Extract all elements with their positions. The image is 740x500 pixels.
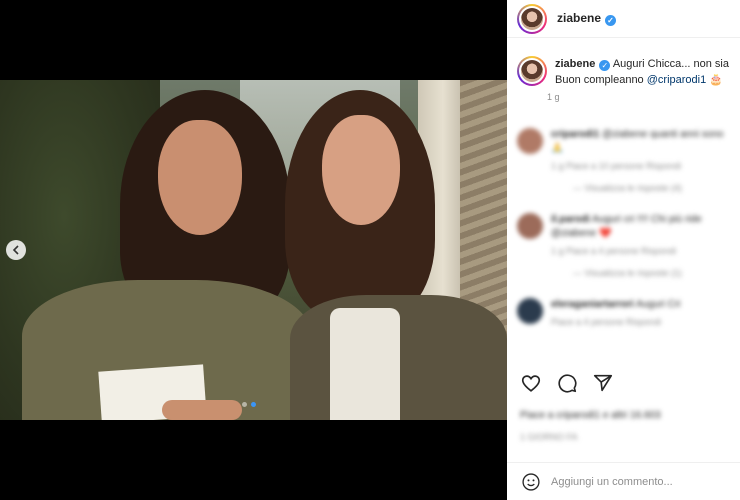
post-timestamp: 1 GIORNO FA: [520, 432, 578, 442]
heart-icon[interactable]: [520, 372, 542, 394]
comment-text: Auguri Cri: [636, 299, 681, 310]
comment-username[interactable]: criparodi1: [551, 129, 599, 140]
photo-hands: [162, 400, 242, 420]
caption-line2: Buon compleanno: [555, 74, 644, 86]
comment-input[interactable]: Aggiungi un commento...: [551, 476, 673, 488]
comment-username[interactable]: eleraganiartarrori: [551, 299, 634, 310]
comment-avatar[interactable]: [517, 128, 543, 154]
caption-time: 1 g: [547, 92, 560, 102]
share-icon[interactable]: [592, 372, 614, 394]
post-sidebar: ziabene ✓ ziabene ✓ Auguri Chicca... non s…: [507, 0, 740, 500]
caption-username[interactable]: ziabene: [555, 58, 595, 70]
comment-meta: 1 g Piace a 10 persone Rispondi: [551, 161, 682, 171]
comment-username[interactable]: il.parodi: [551, 214, 590, 225]
comment-item: criparodi1 @ziabene quanti anni sono 🙏 1 …: [517, 128, 737, 195]
caption-avatar[interactable]: [517, 56, 547, 86]
photo-person-right-blouse: [330, 308, 400, 420]
cake-emoji: 🎂: [709, 74, 723, 86]
comment-item: il.parodi Auguri cri !!!! Chi più ride @…: [517, 213, 737, 280]
post-caption: ziabene ✓ Auguri Chicca... non sia Buon c…: [517, 56, 740, 102]
post-photo[interactable]: [0, 80, 507, 420]
likes-count[interactable]: Piace a criparodi1 e altri 16.603: [520, 410, 661, 421]
view-replies-link[interactable]: — Visualizza le risposte (4): [573, 181, 737, 195]
photo-person-right-face: [322, 115, 400, 225]
comment-avatar[interactable]: [517, 213, 543, 239]
comment-icon[interactable]: [556, 372, 578, 394]
verified-badge-icon: ✓: [599, 60, 611, 71]
comment-meta: Piace a 4 persone Rispondi: [551, 317, 662, 327]
verified-badge-icon: ✓: [605, 15, 617, 26]
caption-text: ziabene ✓ Auguri Chicca... non sia Buon c…: [555, 56, 729, 88]
post-header: ziabene ✓: [507, 0, 740, 38]
carousel-dots: [242, 402, 256, 407]
photo-person-left-face: [158, 120, 242, 235]
comment-meta: 1 g Piace a 4 persone Rispondi: [551, 246, 677, 256]
post-media: [0, 0, 507, 500]
caption-mention-link[interactable]: @criparodi1: [647, 74, 706, 86]
caption-line1: Auguri Chicca... non sia: [612, 58, 729, 70]
add-comment-bar: Aggiungi un commento...: [507, 462, 740, 500]
comments-list: criparodi1 @ziabene quanti anni sono 🙏 1 …: [517, 128, 737, 347]
emoji-icon[interactable]: [521, 472, 541, 492]
carousel-prev-button[interactable]: [6, 240, 26, 260]
view-replies-link[interactable]: — Visualizza le risposte (1): [573, 266, 737, 280]
carousel-dot: [242, 402, 247, 407]
carousel-dot: [251, 402, 256, 407]
action-bar: [520, 372, 614, 394]
comment-item: eleraganiartarrori Auguri Cri Piace a 4 p…: [517, 298, 737, 329]
chevron-left-icon: [12, 245, 19, 255]
author-avatar[interactable]: [517, 3, 547, 34]
author-username[interactable]: ziabene ✓: [557, 11, 617, 26]
comment-avatar[interactable]: [517, 298, 543, 324]
